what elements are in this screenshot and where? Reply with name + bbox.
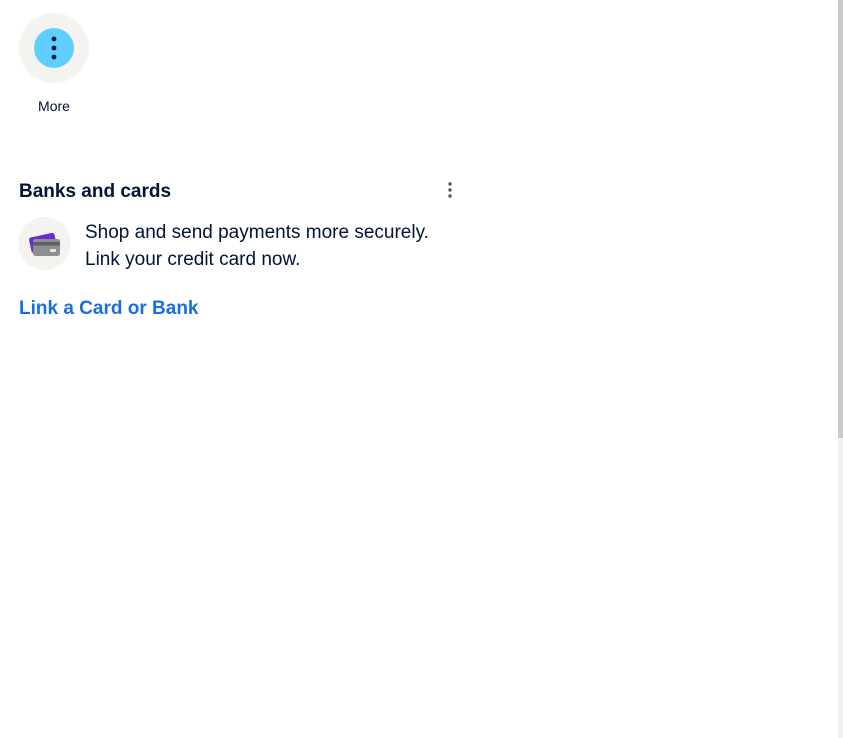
more-button[interactable]: More xyxy=(18,13,90,114)
promo-line-2: Link your credit card now. xyxy=(85,249,301,270)
vertical-dots-icon xyxy=(448,181,452,203)
page: More Banks and cards Shop and send payme… xyxy=(0,0,843,738)
link-card-or-bank-link[interactable]: Link a Card or Bank xyxy=(19,298,199,320)
credit-card-icon xyxy=(18,217,71,270)
more-label: More xyxy=(38,98,70,114)
more-circle xyxy=(19,13,89,83)
promo-text: Shop and send payments more securely. Li… xyxy=(85,219,429,273)
section-title: Banks and cards xyxy=(19,181,172,202)
promo-line-1: Shop and send payments more securely. xyxy=(85,222,429,243)
scrollbar[interactable] xyxy=(838,0,843,738)
vertical-dots-icon xyxy=(34,28,74,68)
scrollbar-thumb[interactable] xyxy=(838,0,843,438)
options-button[interactable] xyxy=(440,181,460,203)
link-card-promo: Shop and send payments more securely. Li… xyxy=(18,217,429,273)
